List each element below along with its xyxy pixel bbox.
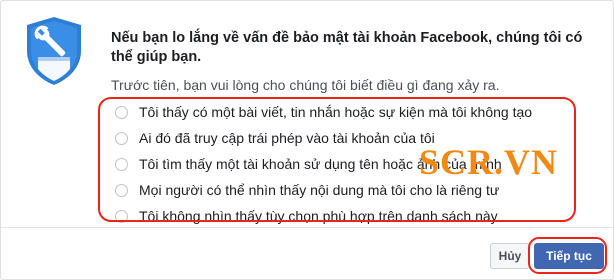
dialog-subtitle: Trước tiên, bạn vui lòng cho chúng tôi b… [111, 77, 500, 93]
option-label: Tôi không nhìn thấy tùy chọn phù hợp trê… [139, 208, 498, 224]
radio-unchecked-icon[interactable] [115, 157, 128, 171]
radio-unchecked-icon[interactable] [115, 209, 128, 223]
option-impersonation[interactable]: Tôi tìm thấy một tài khoản sử dụng tên h… [105, 151, 575, 177]
shield-wrench-icon [23, 15, 85, 87]
option-label: Ai đó đã truy cập trái phép vào tài khoả… [139, 130, 435, 146]
security-dialog: Nếu bạn lo lắng về vấn đề bảo mật tài kh… [0, 0, 614, 280]
option-private-content[interactable]: Mọi người có thể nhìn thấy nội dung mà t… [105, 177, 575, 203]
option-label: Mọi người có thể nhìn thấy nội dung mà t… [139, 182, 500, 198]
continue-button[interactable]: Tiếp tục [534, 243, 604, 269]
footer-divider [1, 227, 613, 228]
radio-unchecked-icon[interactable] [115, 105, 128, 119]
option-unrecognized-post[interactable]: Tôi thấy có một bài viết, tin nhắn hoặc … [105, 99, 575, 125]
option-unauthorized-access[interactable]: Ai đó đã truy cập trái phép vào tài khoả… [105, 125, 575, 151]
option-label: Tôi thấy có một bài viết, tin nhắn hoặc … [139, 104, 533, 120]
dialog-headline: Nếu bạn lo lắng về vấn đề bảo mật tài kh… [111, 30, 583, 65]
radio-unchecked-icon[interactable] [115, 183, 128, 197]
option-none-apply[interactable]: Tôi không nhìn thấy tùy chọn phù hợp trê… [105, 203, 575, 229]
radio-unchecked-icon[interactable] [115, 131, 128, 145]
option-label: Tôi tìm thấy một tài khoản sử dụng tên h… [139, 156, 502, 172]
option-list: Tôi thấy có một bài viết, tin nhắn hoặc … [105, 99, 575, 229]
cancel-button[interactable]: Hủy [490, 243, 530, 269]
